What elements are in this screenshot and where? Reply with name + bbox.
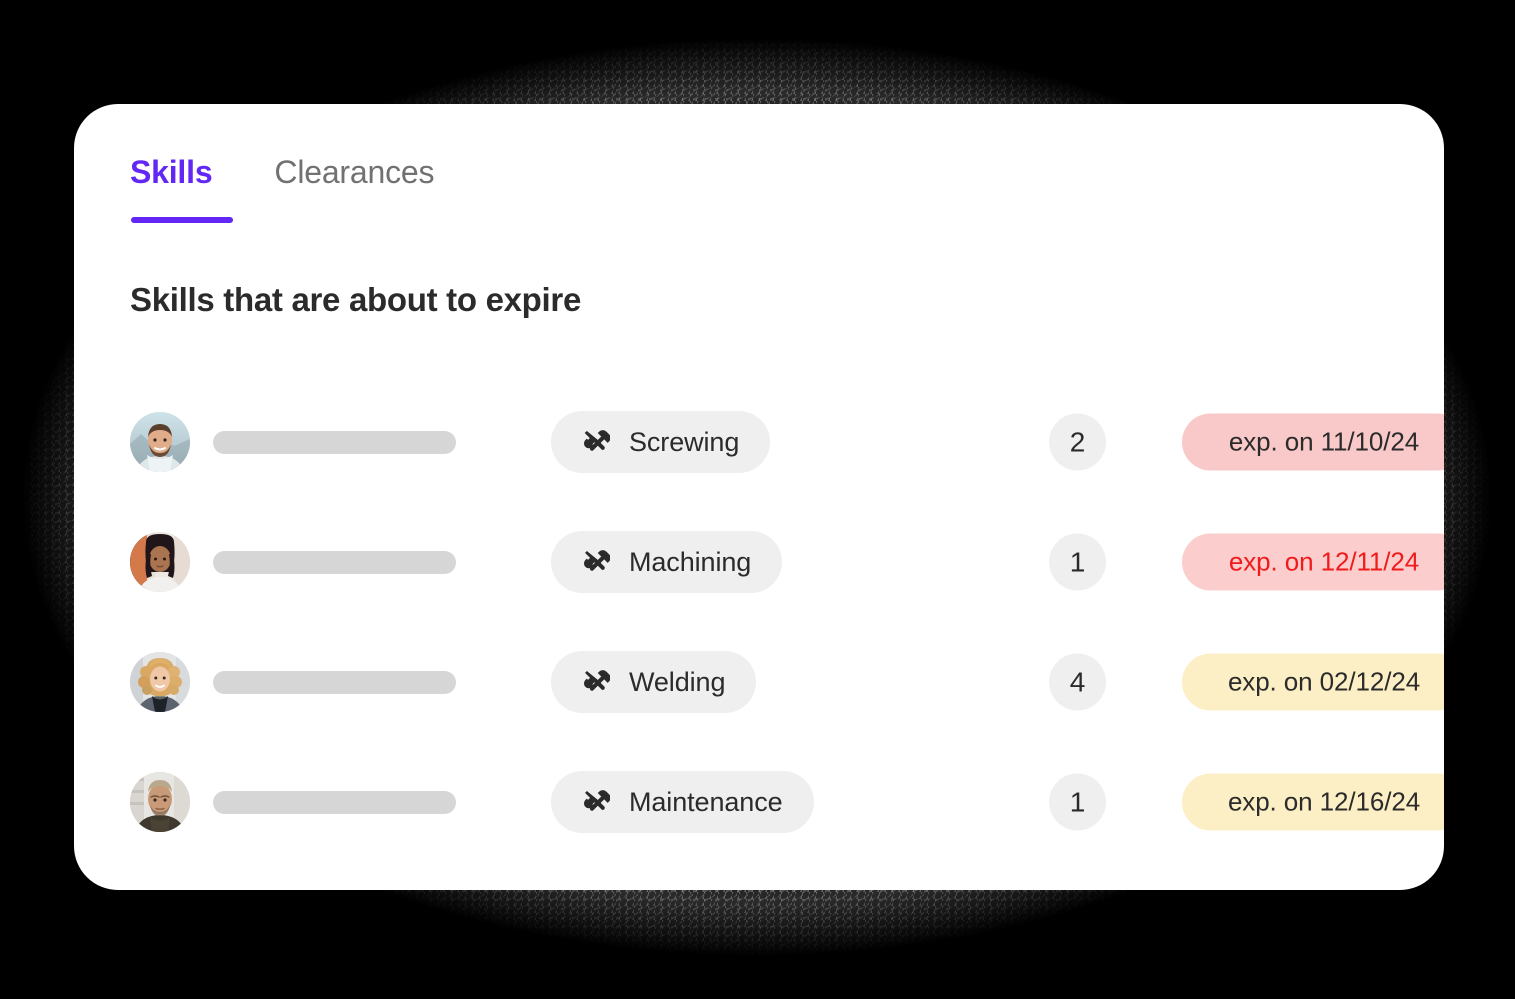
table-row[interactable]: Welding 4 exp. on 02/12/24 — [74, 622, 1444, 742]
skill-count-badge: 1 — [1049, 533, 1106, 591]
skill-chip[interactable]: Welding — [551, 651, 757, 713]
page-title: Skills that are about to expire — [130, 281, 581, 318]
screen: Skills Clearances Skills that are about … — [0, 0, 1515, 999]
skills-card: Skills Clearances Skills that are about … — [74, 104, 1444, 890]
table-row[interactable]: Screwing 2 exp. on 11/10/24 — [74, 382, 1444, 502]
skill-chip-wrap: Machining — [551, 531, 783, 593]
employee-name-placeholder — [213, 670, 456, 694]
avatar — [130, 532, 190, 592]
employee-name-placeholder — [213, 550, 456, 574]
avatar — [130, 652, 190, 712]
tools-icon — [583, 790, 610, 811]
table-row-inner: Maintenance 1 exp. on 12/16/24 — [130, 742, 1444, 862]
employee-name-placeholder — [213, 430, 456, 454]
tab-skills-label: Skills — [130, 154, 213, 190]
skill-chip-wrap: Welding — [551, 651, 757, 713]
avatar-man-short-hair-icon — [130, 772, 190, 832]
avatar — [130, 772, 190, 832]
status-badge: exp. on 12/11/24 — [1182, 533, 1444, 591]
avatar-man-beard-outdoor-icon — [130, 412, 190, 472]
tab-bar: Skills Clearances — [130, 154, 434, 223]
skill-chip[interactable]: Machining — [551, 531, 783, 593]
skill-chip[interactable]: Screwing — [551, 411, 771, 473]
skill-label: Screwing — [629, 426, 740, 457]
skill-chip[interactable]: Maintenance — [551, 771, 814, 833]
expiring-skills-list: Screwing 2 exp. on 11/10/24 Machining 1 … — [74, 382, 1444, 862]
table-row-inner: Machining 1 exp. on 12/11/24 — [130, 502, 1444, 622]
table-row[interactable]: Machining 1 exp. on 12/11/24 — [74, 502, 1444, 622]
tools-icon — [583, 670, 610, 691]
tools-icon — [583, 430, 610, 451]
employee-name-placeholder — [213, 790, 456, 814]
tab-clearances[interactable]: Clearances — [274, 154, 434, 223]
skill-count-badge: 4 — [1049, 653, 1106, 711]
tab-skills[interactable]: Skills — [130, 154, 234, 223]
avatar-woman-curly-blonde-icon — [130, 652, 190, 712]
skill-chip-wrap: Maintenance — [551, 771, 814, 833]
tab-clearances-label: Clearances — [274, 154, 435, 190]
skill-label: Machining — [629, 546, 752, 577]
tools-icon — [583, 550, 610, 571]
skill-chip-wrap: Screwing — [551, 411, 771, 473]
skill-count-badge: 2 — [1049, 413, 1106, 471]
table-row[interactable]: Maintenance 1 exp. on 12/16/24 — [74, 742, 1444, 862]
skill-count-badge: 1 — [1049, 773, 1106, 831]
avatar-woman-dark-hair-icon — [130, 532, 190, 592]
status-badge: exp. on 12/16/24 — [1182, 773, 1444, 831]
skill-label: Welding — [629, 666, 726, 697]
avatar — [130, 412, 190, 472]
skill-label: Maintenance — [629, 786, 783, 817]
status-badge: exp. on 11/10/24 — [1182, 413, 1444, 471]
status-badge: exp. on 02/12/24 — [1182, 653, 1444, 711]
table-row-inner: Welding 4 exp. on 02/12/24 — [130, 622, 1444, 742]
table-row-inner: Screwing 2 exp. on 11/10/24 — [130, 382, 1444, 502]
